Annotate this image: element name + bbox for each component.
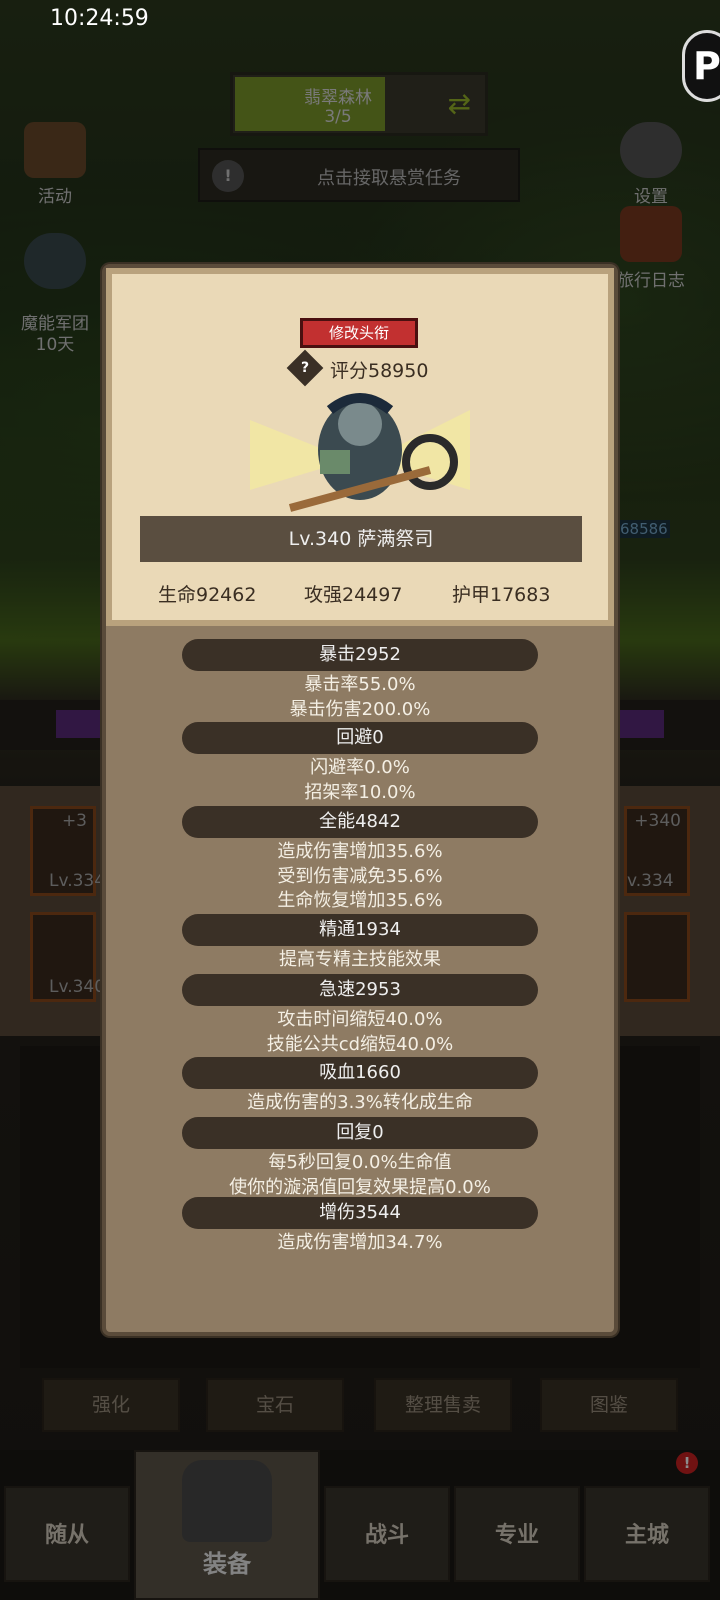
stat-line: 造成伤害的3.3%转化成生命 [247, 1092, 473, 1113]
stat-header: 暴击2952 [182, 639, 538, 671]
stat-line: 生命恢复增加35.6% [277, 890, 443, 911]
stat-armor: 护甲17683 [452, 584, 551, 606]
edit-title-button[interactable]: 修改头衔 [300, 318, 418, 348]
stat-header: 回避0 [182, 722, 538, 754]
hero-portrait [250, 393, 470, 512]
stat-line: 受到伤害减免35.6% [277, 865, 443, 887]
stat-line: 技能公共cd缩短40.0% [266, 1033, 454, 1055]
stat-line: 暴击率55.0% [304, 674, 416, 695]
stat-line: 每5秒回复0.0%生命值 [268, 1152, 452, 1173]
stat-line: 造成伤害增加34.7% [277, 1232, 443, 1253]
status-time: 10:24:59 [50, 6, 149, 31]
stat-line: 暴击伤害200.0% [289, 698, 431, 720]
stat-line: 造成伤害增加35.6% [277, 841, 443, 862]
stat-line: 闪避率0.0% [310, 757, 410, 778]
stat-header: 回复0 [182, 1117, 538, 1149]
score-label: 评分58950 [330, 360, 429, 382]
stat-header: 精通1934 [182, 914, 538, 946]
stat-attack-power: 攻强24497 [304, 584, 403, 606]
stat-line: 提高专精主技能效果 [279, 949, 441, 970]
stat-header: 急速2953 [182, 974, 538, 1006]
help-icon[interactable]: ? [286, 349, 324, 387]
stat-hp: 生命92462 [158, 584, 257, 606]
stat-header: 全能4842 [182, 806, 538, 838]
stat-line: 使你的漩涡值回复效果提高0.0% [229, 1176, 491, 1198]
stat-line: 招架率10.0% [304, 781, 416, 803]
stat-line: 攻击时间缩短40.0% [277, 1009, 443, 1030]
app-logo-icon[interactable]: P [682, 30, 720, 102]
hero-name-bar: Lv.340 萨满祭司 [140, 516, 582, 562]
stat-header: 吸血1660 [182, 1057, 538, 1089]
stat-header: 增伤3544 [182, 1197, 538, 1229]
